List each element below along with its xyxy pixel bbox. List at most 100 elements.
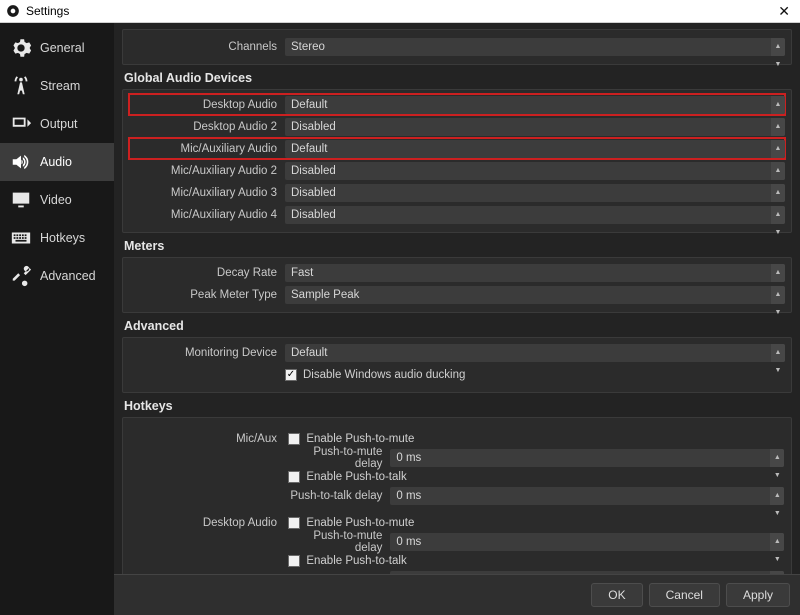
desktop-audio-value: Default <box>291 99 327 111</box>
mic-aux-audio-4-row: Mic/Auxiliary Audio 4 Disabled ▲▼ <box>129 204 785 225</box>
mic-ptt-delay-field[interactable]: 0 ms ▲▼ <box>390 487 784 505</box>
mic-aux-audio-4-select[interactable]: Disabled ▲▼ <box>285 206 785 224</box>
spin-control[interactable]: ▲▼ <box>771 96 785 114</box>
mic-aux-audio-4-label: Mic/Auxiliary Audio 4 <box>129 209 285 221</box>
spin-control[interactable]: ▲▼ <box>770 487 784 505</box>
desktop-audio-2-value: Disabled <box>291 121 336 133</box>
mic-ptm-delay-field[interactable]: 0 ms ▲▼ <box>390 449 784 467</box>
spin-control[interactable]: ▲▼ <box>771 344 785 362</box>
desktop-audio-2-label: Desktop Audio 2 <box>129 121 285 133</box>
spin-control[interactable]: ▲▼ <box>771 38 785 56</box>
hotkeys-group-label: Mic/Aux <box>129 430 285 448</box>
desk-ptt-delay-field[interactable]: 0 ms ▲▼ <box>390 571 784 574</box>
mic-aux-audio-value: Default <box>291 143 327 155</box>
mic-aux-audio-2-select[interactable]: Disabled ▲▼ <box>285 162 785 180</box>
spin-control[interactable]: ▲▼ <box>770 571 784 574</box>
desk-ptm-delay-label: Push-to-mute delay <box>288 530 390 554</box>
ducking-checkbox[interactable]: ✓ Disable Windows audio ducking <box>285 369 465 381</box>
keyboard-icon <box>10 227 32 249</box>
sidebar-item-label: Video <box>40 193 72 207</box>
monitoring-device-select[interactable]: Default ▲▼ <box>285 344 785 362</box>
mic-aux-audio-3-select[interactable]: Disabled ▲▼ <box>285 184 785 202</box>
sidebar-item-hotkeys[interactable]: Hotkeys <box>0 219 114 257</box>
checkbox-box <box>288 471 300 483</box>
speaker-icon <box>10 151 32 173</box>
gear-icon <box>10 37 32 59</box>
hotkeys-group-desktop-audio: Desktop Audio Enable Push-to-mute Push-t… <box>129 514 785 574</box>
hotkeys-group-mic-aux: Mic/Aux Enable Push-to-mute Push-to-mute… <box>129 430 785 506</box>
hotkeys-panel: Mic/Aux Enable Push-to-mute Push-to-mute… <box>122 417 792 574</box>
advanced-title: Advanced <box>124 319 792 333</box>
output-icon <box>10 113 32 135</box>
mic-aux-audio-2-label: Mic/Auxiliary Audio 2 <box>129 165 285 177</box>
spin-control[interactable]: ▲▼ <box>770 449 784 467</box>
sidebar-item-audio[interactable]: Audio <box>0 143 114 181</box>
mic-aux-audio-3-row: Mic/Auxiliary Audio 3 Disabled ▲▼ <box>129 182 785 203</box>
spin-control[interactable]: ▲▼ <box>771 162 785 180</box>
spin-control[interactable]: ▲▼ <box>771 206 785 224</box>
sidebar-item-label: Audio <box>40 155 72 169</box>
sidebar-item-label: General <box>40 41 84 55</box>
hotkeys-group-label: Desktop Audio <box>129 514 285 532</box>
desk-ptm-delay-value: 0 ms <box>396 536 421 548</box>
mic-ptt-checkbox[interactable]: Enable Push-to-talk <box>288 471 406 483</box>
sidebar-item-video[interactable]: Video <box>0 181 114 219</box>
desktop-audio-2-row: Desktop Audio 2 Disabled ▲▼ <box>129 116 785 137</box>
desk-ptt-label: Enable Push-to-talk <box>306 555 406 567</box>
desk-ptm-checkbox[interactable]: Enable Push-to-mute <box>288 517 414 529</box>
channels-label: Channels <box>129 41 285 53</box>
spin-control[interactable]: ▲▼ <box>771 264 785 282</box>
spin-control[interactable]: ▲▼ <box>771 140 785 158</box>
spin-control[interactable]: ▲▼ <box>771 286 785 304</box>
sidebar-item-label: Stream <box>40 79 80 93</box>
peak-meter-select[interactable]: Sample Peak ▲▼ <box>285 286 785 304</box>
decay-rate-select[interactable]: Fast ▲▼ <box>285 264 785 282</box>
mic-ptm-delay-value: 0 ms <box>396 452 421 464</box>
checkbox-box: ✓ <box>285 369 297 381</box>
mic-ptt-delay-label: Push-to-talk delay <box>288 490 390 502</box>
hotkeys-title: Hotkeys <box>124 399 792 413</box>
mic-ptm-checkbox[interactable]: Enable Push-to-mute <box>288 433 414 445</box>
desktop-audio-select[interactable]: Default ▲▼ <box>285 96 785 114</box>
mic-ptm-delay-label: Push-to-mute delay <box>288 446 390 470</box>
footer: OK Cancel Apply <box>114 574 800 615</box>
titlebar: Settings ✕ <box>0 0 800 23</box>
monitor-icon <box>10 189 32 211</box>
desk-ptm-delay-field[interactable]: 0 ms ▲▼ <box>390 533 784 551</box>
spin-control[interactable]: ▲▼ <box>770 533 784 551</box>
apply-button[interactable]: Apply <box>726 583 790 607</box>
ok-button[interactable]: OK <box>591 583 642 607</box>
window-title: Settings <box>26 4 69 18</box>
sidebar-item-label: Output <box>40 117 78 131</box>
sidebar-item-label: Advanced <box>40 269 96 283</box>
tools-icon <box>10 265 32 287</box>
mic-aux-audio-3-label: Mic/Auxiliary Audio 3 <box>129 187 285 199</box>
close-button[interactable]: ✕ <box>772 3 796 20</box>
mic-aux-audio-select[interactable]: Default ▲▼ <box>285 140 785 158</box>
desk-ptm-label: Enable Push-to-mute <box>306 517 414 529</box>
sidebar-item-label: Hotkeys <box>40 231 85 245</box>
channels-value: Stereo <box>291 41 325 53</box>
desktop-audio-2-select[interactable]: Disabled ▲▼ <box>285 118 785 136</box>
monitoring-device-label: Monitoring Device <box>129 347 285 359</box>
desktop-audio-label: Desktop Audio <box>129 99 285 111</box>
sidebar-item-stream[interactable]: Stream <box>0 67 114 105</box>
mic-aux-audio-2-row: Mic/Auxiliary Audio 2 Disabled ▲▼ <box>129 160 785 181</box>
cancel-button[interactable]: Cancel <box>649 583 720 607</box>
decay-rate-value: Fast <box>291 267 313 279</box>
sidebar-item-general[interactable]: General <box>0 29 114 67</box>
desktop-audio-row: Desktop Audio Default ▲▼ <box>129 94 785 115</box>
mic-aux-audio-2-value: Disabled <box>291 165 336 177</box>
mic-ptt-label: Enable Push-to-talk <box>306 471 406 483</box>
channels-select[interactable]: Stereo ▲▼ <box>285 38 785 56</box>
decay-rate-label: Decay Rate <box>129 267 285 279</box>
spin-control[interactable]: ▲▼ <box>771 118 785 136</box>
sidebar-item-output[interactable]: Output <box>0 105 114 143</box>
global-audio-panel: Desktop Audio Default ▲▼ Desktop Audio 2… <box>122 89 792 233</box>
spin-control[interactable]: ▲▼ <box>771 184 785 202</box>
desk-ptt-checkbox[interactable]: Enable Push-to-talk <box>288 555 406 567</box>
sidebar-item-advanced[interactable]: Advanced <box>0 257 114 295</box>
checkbox-box <box>288 555 300 567</box>
meters-title: Meters <box>124 239 792 253</box>
sidebar: General Stream Output Audio <box>0 23 114 615</box>
